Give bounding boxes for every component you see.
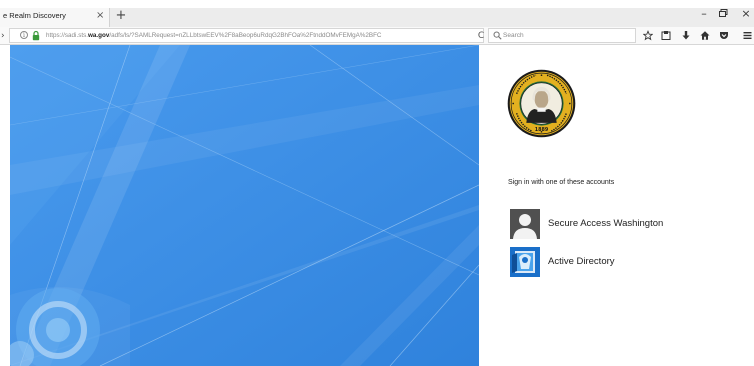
page-content: 1889 Sign in with one of these accounts … [0, 45, 754, 366]
reload-icon[interactable]: C [476, 30, 486, 42]
menu-icon[interactable] [743, 30, 752, 41]
nav-bar: › i https://sadi.sts.wa.gov/adfs/ls/?SAM… [0, 27, 754, 45]
washington-state-seal: 1889 [507, 69, 576, 138]
title-bar-top [0, 0, 754, 8]
url-prefix: https://sadi.sts. [46, 32, 88, 39]
user-silhouette-icon [510, 209, 540, 239]
search-input[interactable] [503, 29, 631, 42]
tab-title: e Realm Discovery [3, 11, 66, 20]
home-icon[interactable] [700, 30, 710, 41]
url-domain: wa.gov [88, 32, 110, 39]
account-active-directory[interactable]: Active Directory [510, 247, 710, 277]
seal-year: 1889 [535, 127, 549, 133]
tab-strip: e Realm Discovery × + – × [0, 0, 754, 27]
active-directory-icon [510, 247, 540, 277]
library-icon[interactable] [661, 30, 671, 41]
search-icon [493, 31, 502, 40]
pocket-icon[interactable] [719, 30, 729, 41]
url-suffix: /adfs/ls/?SAMLRequest=nZLLbtswEEV%2F8aBe… [109, 32, 382, 39]
lock-icon[interactable] [32, 30, 40, 41]
new-tab-button[interactable]: + [114, 8, 128, 24]
account-label: Active Directory [548, 256, 615, 267]
info-icon[interactable]: i [20, 31, 28, 39]
download-icon[interactable] [681, 30, 691, 41]
close-window-button[interactable]: × [739, 7, 753, 20]
search-bar[interactable] [488, 28, 636, 43]
account-label: Secure Access Washington [548, 218, 664, 229]
illustration-panel [10, 45, 479, 366]
url-text[interactable]: https://sadi.sts.wa.gov/adfs/ls/?SAMLReq… [46, 31, 471, 41]
tab-close-icon[interactable]: × [96, 10, 104, 22]
tab-realm-discovery[interactable]: e Realm Discovery × [0, 8, 110, 27]
back-arrow-icon[interactable]: › [1, 30, 9, 42]
background-illustration [10, 45, 479, 366]
account-secure-access-washington[interactable]: Secure Access Washington [510, 209, 710, 239]
restore-button[interactable] [719, 9, 728, 17]
minimize-button[interactable]: – [697, 8, 711, 20]
left-margin [0, 45, 10, 366]
signin-prompt: Sign in with one of these accounts [508, 179, 615, 186]
url-bar[interactable]: i https://sadi.sts.wa.gov/adfs/ls/?SAMLR… [9, 28, 484, 43]
star-icon[interactable] [643, 30, 653, 41]
